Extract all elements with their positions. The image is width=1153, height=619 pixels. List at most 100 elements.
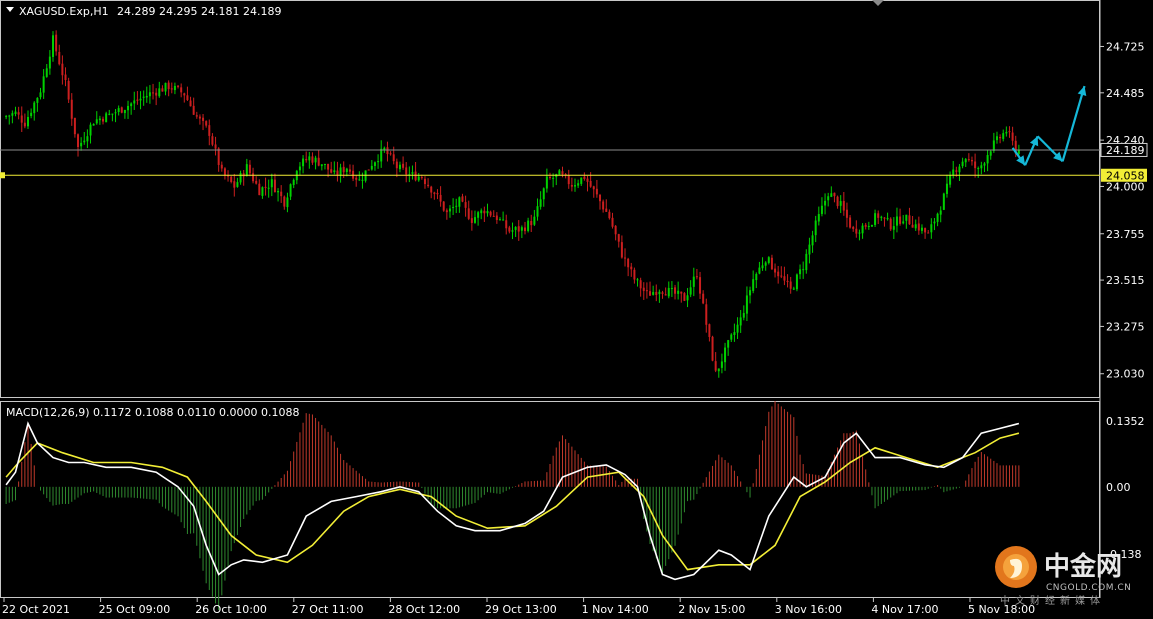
candle-body bbox=[380, 148, 383, 162]
candle-body bbox=[373, 162, 376, 166]
macd-axis: 0.13520.00-0.138 bbox=[1106, 415, 1145, 561]
candle-body bbox=[136, 99, 139, 101]
candle-body bbox=[833, 192, 836, 197]
candle-body bbox=[705, 304, 708, 325]
candle-body bbox=[683, 293, 686, 301]
candle-body bbox=[858, 232, 861, 234]
candle-body bbox=[711, 336, 714, 361]
time-tick-label: 28 Oct 12:00 bbox=[388, 603, 460, 616]
candle-body bbox=[395, 161, 398, 169]
candle-body bbox=[317, 157, 320, 166]
candle-body bbox=[977, 168, 980, 170]
candle-body bbox=[792, 288, 795, 290]
candle-body bbox=[339, 167, 342, 176]
candle-body bbox=[514, 227, 517, 230]
candle-body bbox=[945, 183, 948, 194]
candle-body bbox=[914, 224, 917, 229]
candle-body bbox=[220, 164, 223, 169]
candle-body bbox=[30, 112, 33, 117]
candle-body bbox=[430, 186, 433, 193]
price-tick-label: 24.485 bbox=[1106, 87, 1145, 100]
candle-body bbox=[686, 295, 689, 301]
candle-body bbox=[752, 279, 755, 291]
level-price-badge: 24.058 bbox=[1101, 168, 1147, 182]
candle-body bbox=[358, 179, 361, 181]
candle-body bbox=[992, 140, 995, 151]
candle-body bbox=[780, 275, 783, 277]
candle-body bbox=[530, 220, 533, 226]
candle-body bbox=[749, 290, 752, 296]
candle-body bbox=[842, 200, 845, 211]
candle-body bbox=[736, 324, 739, 333]
candles-layer bbox=[5, 30, 1020, 378]
candle-body bbox=[311, 156, 314, 163]
chart-canvas: XAGUSD.Exp,H1 24.289 24.295 24.181 24.18… bbox=[0, 0, 1148, 616]
candle-body bbox=[877, 213, 880, 218]
candle-body bbox=[508, 227, 511, 232]
candle-body bbox=[302, 158, 305, 167]
triangle-down-icon[interactable] bbox=[6, 7, 14, 12]
candle-body bbox=[786, 280, 789, 283]
candle-body bbox=[667, 287, 670, 297]
candle-body bbox=[708, 324, 711, 337]
candle-body bbox=[148, 92, 151, 97]
candle-body bbox=[286, 197, 289, 208]
candle-body bbox=[80, 142, 83, 147]
candle-body bbox=[602, 201, 605, 210]
candle-body bbox=[264, 186, 267, 188]
candle-body bbox=[727, 340, 730, 348]
candle-body bbox=[770, 257, 773, 270]
candle-body bbox=[411, 172, 414, 174]
candle-body bbox=[211, 136, 214, 145]
candle-body bbox=[730, 334, 733, 340]
candle-body bbox=[652, 292, 655, 295]
candle-body bbox=[799, 269, 802, 275]
candle-body bbox=[980, 165, 983, 169]
candle-body bbox=[811, 235, 814, 246]
candle-body bbox=[277, 190, 280, 193]
candle-body bbox=[764, 262, 767, 266]
macd-lines bbox=[5, 421, 1020, 581]
candle-body bbox=[61, 63, 64, 76]
candle-body bbox=[920, 227, 923, 231]
candle-body bbox=[83, 140, 86, 143]
candle-body bbox=[927, 232, 930, 234]
candle-body bbox=[870, 224, 873, 227]
shift-marker-icon[interactable] bbox=[872, 0, 884, 6]
price-axis: 24.72524.48524.24024.00023.75523.51523.2… bbox=[1100, 40, 1145, 381]
candle-body bbox=[789, 281, 792, 289]
candle-body bbox=[70, 99, 73, 119]
candle-body bbox=[158, 88, 161, 97]
candle-body bbox=[614, 225, 617, 235]
candle-body bbox=[1008, 131, 1011, 133]
candle-body bbox=[867, 225, 870, 227]
candle-body bbox=[267, 187, 270, 189]
candle-body bbox=[745, 295, 748, 314]
candle-body bbox=[523, 227, 526, 232]
candle-body bbox=[183, 93, 186, 96]
candle-body bbox=[552, 177, 555, 179]
price-tick-label: 23.275 bbox=[1106, 320, 1145, 333]
candle-body bbox=[452, 206, 455, 209]
current-price-label: 24.189 bbox=[1106, 144, 1145, 157]
candle-body bbox=[458, 197, 461, 207]
candle-body bbox=[170, 88, 173, 90]
candle-body bbox=[924, 228, 927, 233]
candle-body bbox=[639, 280, 642, 289]
candle-body bbox=[114, 112, 117, 114]
candle-body bbox=[330, 169, 333, 173]
candle-body bbox=[939, 210, 942, 215]
candle-body bbox=[886, 218, 889, 220]
candle-body bbox=[117, 108, 120, 112]
candle-body bbox=[483, 210, 486, 214]
candle-body bbox=[367, 169, 370, 171]
candle-body bbox=[995, 136, 998, 141]
candle-body bbox=[574, 185, 577, 187]
candle-body bbox=[505, 220, 508, 229]
candle-body bbox=[952, 169, 955, 176]
candle-body bbox=[1002, 133, 1005, 139]
candle-body bbox=[161, 88, 164, 92]
symbol-title: XAGUSD.Exp,H1 bbox=[19, 5, 109, 18]
candle-body bbox=[133, 100, 136, 104]
candle-body bbox=[105, 113, 108, 123]
